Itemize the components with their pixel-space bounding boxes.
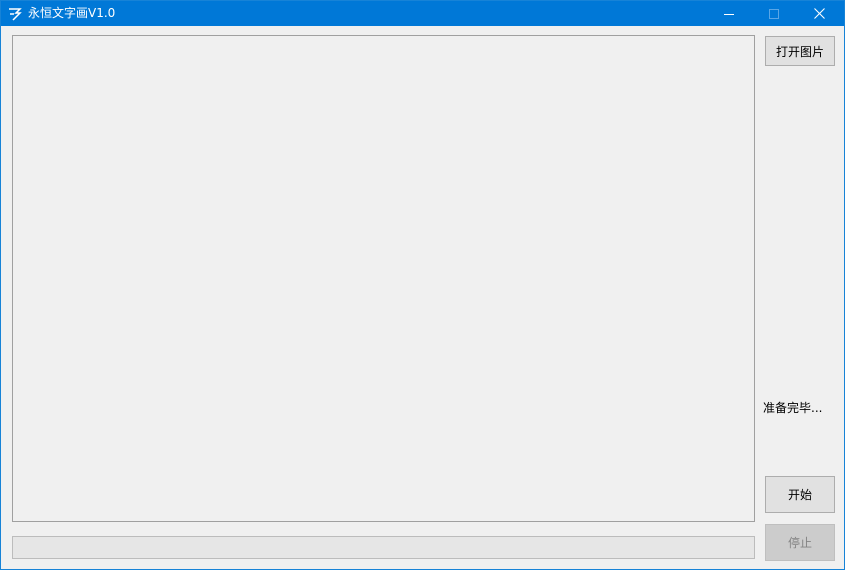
close-icon [814,8,825,19]
close-button[interactable] [797,1,842,26]
progress-bar [12,536,755,559]
open-image-button[interactable]: 打开图片 [765,36,835,66]
status-text: 准备完毕... [763,401,823,415]
app-window: 永恒文字画V1.0 打开图片 准备完毕... 开始 停止 [0,0,845,570]
maximize-icon [768,8,779,19]
start-button[interactable]: 开始 [765,476,835,513]
minimize-icon [723,9,734,19]
minimize-button[interactable] [706,1,751,26]
app-logo-icon [7,6,23,22]
title-bar[interactable]: 永恒文字画V1.0 [1,1,844,26]
maximize-button[interactable] [751,1,796,26]
window-title: 永恒文字画V1.0 [28,6,116,20]
stop-button[interactable]: 停止 [765,524,835,561]
image-display-area [12,35,755,522]
